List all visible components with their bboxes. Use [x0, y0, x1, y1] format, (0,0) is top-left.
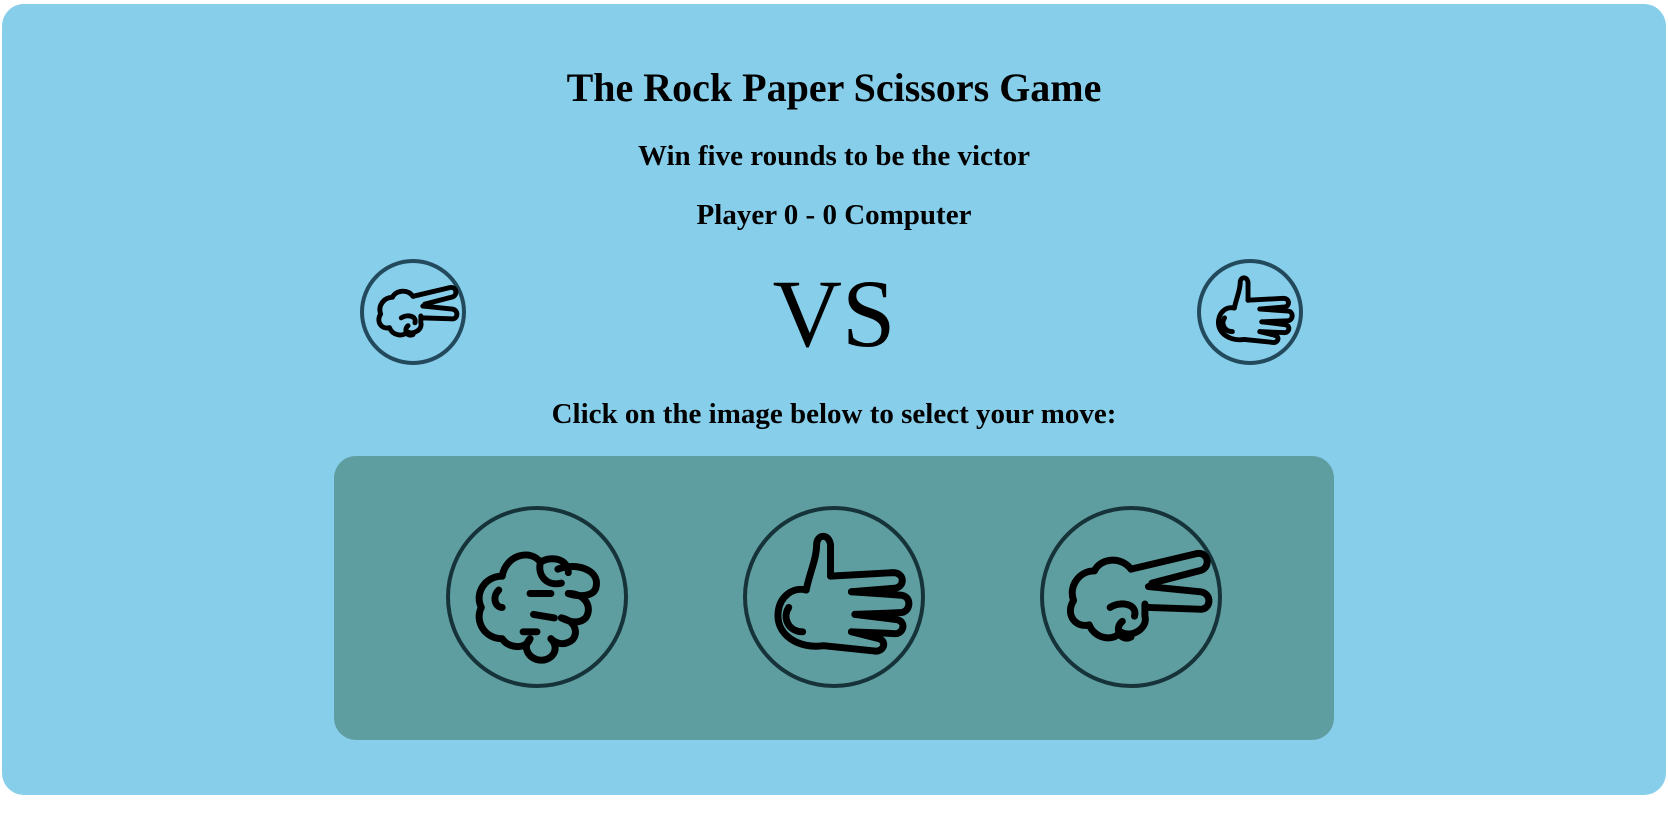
rock-choice-button[interactable]: [446, 506, 628, 688]
page-title: The Rock Paper Scissors Game: [566, 65, 1102, 110]
rock-hand-icon: [475, 551, 600, 664]
subtitle: Win five rounds to be the victor: [637, 140, 1031, 172]
scissors-hand-icon: [1066, 550, 1213, 642]
paper-choice-button[interactable]: [743, 506, 925, 688]
scoreboard: Player 0 - 0 Computer: [696, 199, 972, 231]
vs-label: VS: [772, 260, 896, 367]
move-selection-panel: [334, 456, 1334, 740]
game-card: The Rock Paper Scissors Game Win five ro…: [2, 4, 1666, 795]
scissors-choice-button[interactable]: [1040, 506, 1222, 688]
computer-move-paper-icon: [1197, 259, 1303, 365]
instruction-text: Click on the image below to select your …: [551, 398, 1117, 430]
paper-hand-icon: [774, 532, 913, 655]
